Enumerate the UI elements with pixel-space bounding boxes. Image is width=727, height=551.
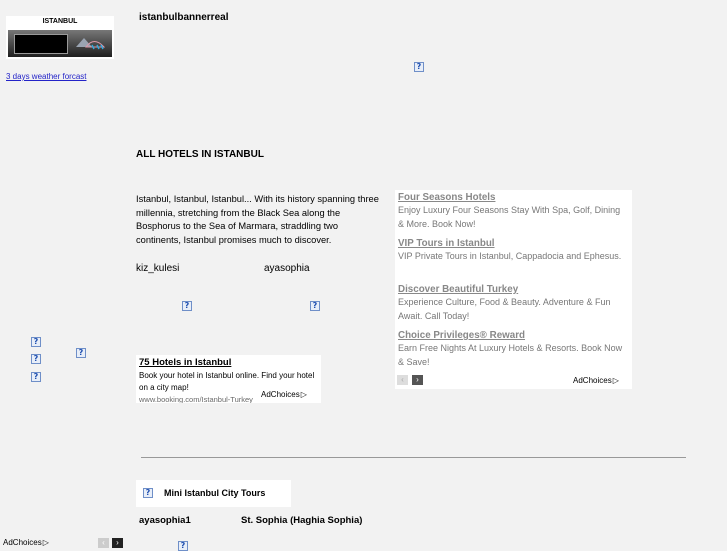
footer-next-button[interactable]: ›	[112, 538, 123, 548]
broken-image-icon: ?	[178, 541, 188, 551]
page-title: ALL HOTELS IN ISTANBUL	[136, 149, 264, 160]
ad-prev-button[interactable]: ‹	[397, 375, 408, 385]
broken-image-icon: ?	[414, 62, 424, 72]
tour-row-name: ayasophia1	[139, 515, 191, 526]
intro-text: Istanbul, Istanbul, Istanbul... With its…	[136, 194, 379, 245]
broken-image-icon: ?	[310, 301, 320, 311]
ad-item-title-link[interactable]: Choice Privileges® Reward	[398, 329, 628, 342]
broken-image-icon: ?	[143, 488, 153, 498]
rain-cloud-icon	[76, 38, 106, 50]
adchoices-button[interactable]: AdChoices▷	[3, 538, 49, 547]
ad-item[interactable]: Four Seasons Hotels Enjoy Luxury Four Se…	[398, 191, 628, 237]
weather-panel	[8, 30, 112, 57]
broken-image-icon: ?	[31, 372, 41, 382]
weather-widget-title: ISTANBUL	[42, 18, 78, 25]
ad-item-text: Experience Culture, Food & Beauty. Adven…	[398, 297, 611, 321]
ad-item[interactable]: Choice Privileges® Reward Earn Free Nigh…	[398, 329, 628, 375]
broken-image-icon: ?	[31, 337, 41, 347]
weather-widget[interactable]: ISTANBUL	[6, 16, 114, 59]
adchoices-icon: ▷	[300, 390, 307, 399]
ad-item-text: VIP Private Tours in Istanbul, Cappadoci…	[398, 251, 622, 261]
ad-item-title-link[interactable]: VIP Tours in Istanbul	[398, 237, 628, 250]
adchoices-button[interactable]: AdChoices▷	[571, 376, 621, 385]
ad-next-button[interactable]: ›	[412, 375, 423, 385]
ad-item[interactable]: VIP Tours in Istanbul VIP Private Tours …	[398, 237, 628, 283]
adchoices-label: AdChoices	[3, 538, 42, 547]
landmark-label-kiz-kulesi: kiz_kulesi	[136, 263, 180, 274]
tours-box[interactable]: ? Mini Istanbul City Tours	[136, 480, 291, 507]
ad-item-title-link[interactable]: Discover Beautiful Turkey	[398, 283, 628, 296]
ad-item[interactable]: Discover Beautiful Turkey Experience Cul…	[398, 283, 628, 329]
ad-small[interactable]: 75 Hotels in Istanbul Book your hotel in…	[136, 355, 321, 403]
broken-image-icon: ?	[182, 301, 192, 311]
adchoices-label: AdChoices	[573, 376, 612, 385]
adchoices-icon: ▷	[42, 538, 49, 547]
landmark-label-ayasophia: ayasophia	[264, 263, 310, 274]
adchoices-icon: ▷	[612, 376, 619, 385]
divider	[141, 457, 686, 458]
tours-title: Mini Istanbul City Tours	[164, 488, 266, 498]
ad-item-text: Enjoy Luxury Four Seasons Stay With Spa,…	[398, 205, 621, 229]
adchoices-button[interactable]: AdChoices▷	[259, 390, 309, 399]
weather-display	[14, 34, 68, 54]
ad-item-title-link[interactable]: Four Seasons Hotels	[398, 191, 628, 204]
tour-row-description: St. Sophia (Haghia Sophia)	[241, 515, 363, 526]
ad-small-title-link[interactable]: 75 Hotels in Istanbul	[139, 357, 231, 368]
broken-image-icon: ?	[31, 354, 41, 364]
footer-prev-button[interactable]: ‹	[98, 538, 109, 548]
ad-item-text: Earn Free Nights At Luxury Hotels & Reso…	[398, 343, 623, 367]
broken-image-icon: ?	[76, 348, 86, 358]
ad-large: Four Seasons Hotels Enjoy Luxury Four Se…	[395, 190, 632, 389]
ad-small-url[interactable]: www.booking.com/Istanbul-Turkey	[139, 395, 253, 403]
adchoices-label: AdChoices	[261, 390, 300, 399]
weather-forecast-link[interactable]: 3 days weather forcast	[6, 72, 86, 81]
banner-image-alt: istanbulbannerreal	[139, 12, 229, 23]
